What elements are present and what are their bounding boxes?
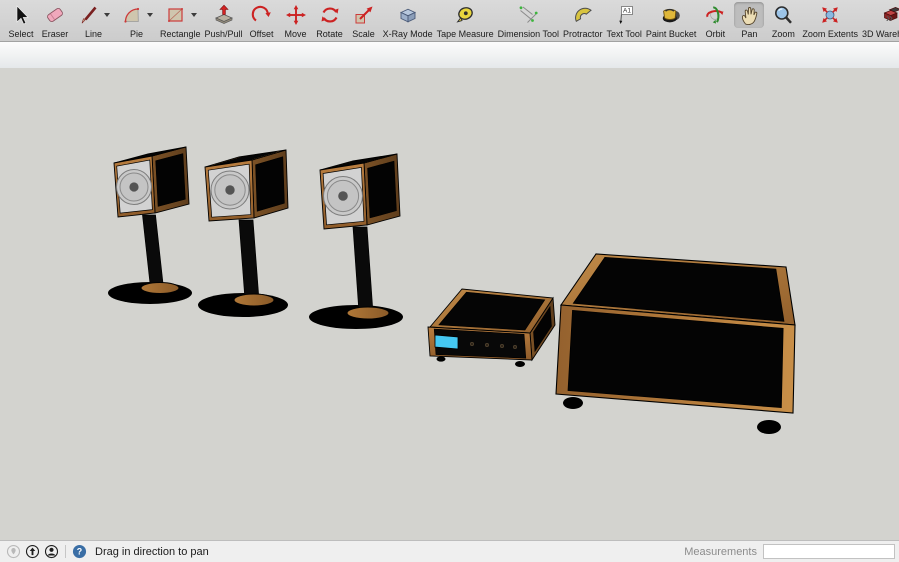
tool-3d-warehouse[interactable]: 3D Warehouse [860,2,899,39]
tool-label: Scale [352,29,375,39]
model-scene[interactable] [0,68,899,540]
measurements-input[interactable] [763,544,895,559]
tool-rotate[interactable]: Rotate [313,2,347,39]
rotate-icon [315,2,345,28]
zoom-extents-icon [815,2,845,28]
status-bar: ? Drag in direction to pan Measurements [0,540,899,562]
toolbar: Select Eraser Line Pie Rectangle Push/Pull Off… [0,0,899,42]
subwoofer[interactable] [556,254,795,434]
tool-rectangle[interactable]: Rectangle [158,2,203,39]
status-icons: ? [4,544,89,559]
tool-label: Protractor [563,29,603,39]
tool-label: Offset [250,29,274,39]
tool-protractor[interactable]: Protractor [561,2,605,39]
dimension-tool-icon [513,2,543,28]
speaker-left[interactable] [108,147,192,304]
tool-label: Line [85,29,102,39]
tool-label: Move [285,29,307,39]
tool-dimension-tool[interactable]: Dimension Tool [496,2,561,39]
toolbar-overflow-button[interactable]: » [886,10,892,25]
tool-label: Push/Pull [205,29,243,39]
toolbar-spacer [0,42,899,68]
tool-scale[interactable]: Scale [347,2,381,39]
tool-pie[interactable]: Pie [115,2,158,39]
tool-label: Pan [741,29,757,39]
tool-pan[interactable]: Pan [732,2,766,39]
tool-eraser[interactable]: Eraser [38,2,72,39]
amplifier[interactable] [428,289,555,367]
eraser-icon [40,2,70,28]
line-icon [74,2,113,28]
speaker-middle[interactable] [198,150,288,317]
tool-select[interactable]: Select [4,2,38,39]
tool-move[interactable]: Move [279,2,313,39]
dropdown-caret-icon[interactable] [147,13,153,17]
x-ray-mode-icon [393,2,423,28]
tool-label: Dimension Tool [498,29,559,39]
measurements-label: Measurements [684,546,757,558]
tool-label: Paint Bucket [646,29,697,39]
tool-label: Rectangle [160,29,201,39]
help-icon[interactable]: ? [72,544,87,559]
tool-label: Pie [130,29,143,39]
orbit-icon [700,2,730,28]
tool-orbit[interactable]: Orbit [698,2,732,39]
scale-icon [349,2,379,28]
rectangle-icon [161,2,200,28]
pan-icon [734,2,764,28]
tool-tape-measure[interactable]: Tape Measure [435,2,496,39]
dropdown-caret-icon[interactable] [104,13,110,17]
tool-label: Tape Measure [437,29,494,39]
claim-credit-icon[interactable] [25,544,40,559]
zoom-icon [768,2,798,28]
tool-label: Select [8,29,33,39]
tool-label: Eraser [42,29,69,39]
tool-label: Orbit [706,29,726,39]
tool-label: 3D Warehouse [862,29,899,39]
geolocation-icon[interactable] [6,544,21,559]
tool-label: Zoom Extents [802,29,858,39]
move-icon [281,2,311,28]
tool-zoom-extents[interactable]: Zoom Extents [800,2,860,39]
tool-label: Rotate [316,29,343,39]
tool-paint-bucket[interactable]: Paint Bucket [644,2,699,39]
tool-line[interactable]: Line [72,2,115,39]
select-icon [6,2,36,28]
tool-label: Zoom [772,29,795,39]
dropdown-caret-icon[interactable] [191,13,197,17]
tool-offset[interactable]: Offset [245,2,279,39]
speaker-right[interactable] [309,154,403,329]
svg-text:A1: A1 [623,8,631,15]
protractor-icon [568,2,598,28]
svg-text:?: ? [77,547,82,557]
tool-label: Text Tool [607,29,642,39]
sign-in-icon[interactable] [44,544,59,559]
status-hint: Drag in direction to pan [95,546,209,558]
text-tool-icon: A1 [609,2,639,28]
tool-zoom[interactable]: Zoom [766,2,800,39]
status-divider [65,545,66,558]
tape-measure-icon [450,2,480,28]
tool-text-tool[interactable]: A1 Text Tool [605,2,644,39]
tool-label: X-Ray Mode [383,29,433,39]
offset-icon [247,2,277,28]
pie-icon [117,2,156,28]
push-pull-icon [209,2,239,28]
viewport[interactable] [0,68,899,540]
paint-bucket-icon [656,2,686,28]
tool-x-ray-mode[interactable]: X-Ray Mode [381,2,435,39]
tool-push-pull[interactable]: Push/Pull [203,2,245,39]
